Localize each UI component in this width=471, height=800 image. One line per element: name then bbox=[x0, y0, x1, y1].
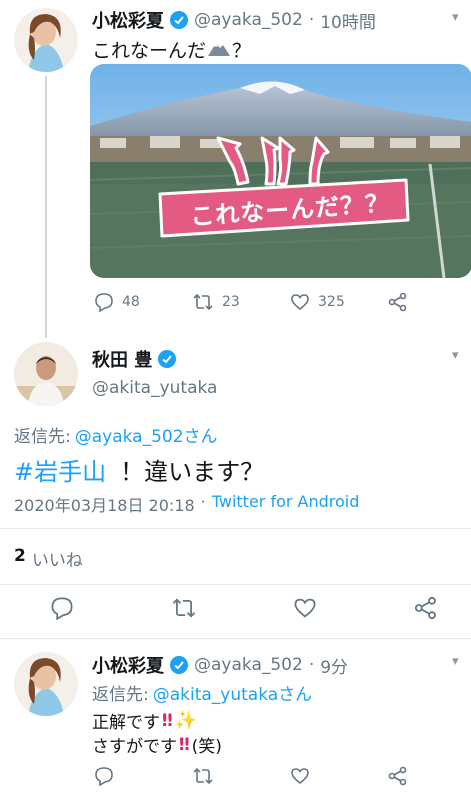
display-name[interactable]: 小松彩夏 bbox=[92, 7, 164, 33]
reply-icon bbox=[51, 597, 73, 620]
reply-to-line: 返信先: @ayaka_502さん bbox=[14, 422, 218, 447]
likes-count: 2 bbox=[14, 546, 26, 566]
tweet-text-suffix: ？ bbox=[232, 40, 252, 62]
double-exclamation-icon: ‼ bbox=[162, 710, 173, 731]
retweet-icon bbox=[172, 598, 196, 618]
hashtag-link[interactable]: #岩手山 bbox=[14, 452, 106, 487]
share-icon bbox=[414, 596, 436, 620]
handle[interactable]: @ayaka_502 bbox=[194, 655, 303, 675]
tweet-image[interactable]: これなーんだ？？ bbox=[90, 64, 471, 278]
separator-dot: · bbox=[308, 10, 315, 30]
reply-button[interactable] bbox=[94, 766, 114, 786]
tweet-text-line1: 正解です bbox=[92, 713, 160, 733]
likes-summary[interactable]: 2 いいね bbox=[14, 546, 83, 571]
reply-button[interactable] bbox=[50, 596, 74, 620]
reply-to-link[interactable]: @akita_yutakaさん bbox=[153, 680, 312, 705]
sparkles-icon: ✨ bbox=[174, 710, 198, 731]
mountain-emoji-icon bbox=[208, 39, 231, 61]
chevron-down-icon[interactable]: ▾ bbox=[452, 10, 459, 25]
separator-dot: · bbox=[308, 655, 315, 675]
share-button[interactable] bbox=[414, 596, 438, 620]
tweet3-line2: さすがです ‼ (笑) bbox=[92, 732, 222, 758]
reply-to-link[interactable]: @ayaka_502さん bbox=[75, 422, 218, 447]
heart-icon bbox=[290, 292, 310, 312]
divider bbox=[0, 638, 471, 639]
reply-icon bbox=[95, 767, 113, 786]
like-button[interactable] bbox=[293, 596, 317, 620]
timestamp[interactable]: 9分 bbox=[320, 653, 348, 678]
display-name[interactable]: 小松彩夏 bbox=[92, 652, 164, 678]
share-icon bbox=[388, 292, 408, 312]
reply-to-label: 返信先: bbox=[92, 685, 149, 705]
like-button[interactable] bbox=[290, 766, 310, 786]
verified-badge-icon bbox=[170, 656, 188, 674]
chevron-down-icon[interactable]: ▾ bbox=[452, 348, 459, 363]
avatar-ayaka[interactable] bbox=[14, 8, 78, 72]
tweet3-line1: 正解です ‼ ✨ bbox=[92, 708, 197, 733]
share-button[interactable] bbox=[388, 766, 408, 786]
chevron-down-icon[interactable]: ▾ bbox=[452, 654, 459, 669]
like-count: 325 bbox=[318, 294, 345, 310]
retweet-button[interactable]: 23 bbox=[192, 292, 240, 312]
tweet1-text: これなーんだ ？ bbox=[92, 36, 251, 63]
tweet-text: ！違います？ bbox=[120, 458, 265, 486]
tweet-text-line2-suffix: (笑) bbox=[191, 737, 222, 757]
thread-line bbox=[45, 76, 47, 338]
tweet-meta: 2020年03月18日 20:18 · Twitter for Android bbox=[14, 492, 359, 516]
main-tweet-text: #岩手山 ！違います？ bbox=[14, 452, 264, 487]
tweet3-header: 小松彩夏 @ayaka_502 · 9分 bbox=[92, 652, 348, 678]
timestamp[interactable]: 10時間 bbox=[320, 8, 376, 33]
share-icon bbox=[388, 766, 407, 786]
retweet-icon bbox=[193, 767, 213, 785]
divider bbox=[0, 528, 471, 529]
tweet1-header: 小松彩夏 @ayaka_502 · 10時間 bbox=[92, 7, 462, 33]
display-name[interactable]: 秋田 豊 bbox=[92, 346, 152, 372]
separator-dot: · bbox=[200, 492, 206, 511]
heart-icon bbox=[294, 598, 316, 618]
handle[interactable]: @ayaka_502 bbox=[194, 10, 303, 30]
share-button[interactable] bbox=[388, 292, 408, 312]
avatar-akita[interactable] bbox=[14, 342, 78, 406]
client-link[interactable]: Twitter for Android bbox=[212, 492, 360, 516]
handle[interactable]: @akita_yutaka bbox=[92, 378, 217, 398]
tweet-datetime[interactable]: 2020年03月18日 20:18 bbox=[14, 492, 195, 516]
likes-label: いいね bbox=[31, 551, 83, 571]
main-header: 秋田 豊 bbox=[92, 346, 177, 372]
retweet-count: 23 bbox=[222, 294, 240, 310]
reply-to-label: 返信先: bbox=[14, 427, 71, 447]
retweet-icon bbox=[192, 292, 214, 312]
tweet-text-line2: さすがです bbox=[92, 737, 177, 757]
divider bbox=[0, 584, 471, 585]
retweet-button[interactable] bbox=[171, 596, 197, 620]
double-exclamation-icon: ‼ bbox=[179, 734, 190, 755]
retweet-button[interactable] bbox=[192, 766, 214, 786]
reply-button[interactable]: 48 bbox=[94, 292, 140, 312]
tweet-text: これなーんだ bbox=[92, 40, 207, 62]
verified-badge-icon bbox=[170, 11, 188, 29]
avatar-ayaka[interactable] bbox=[14, 652, 78, 716]
heart-icon bbox=[291, 768, 309, 785]
reply-count: 48 bbox=[122, 294, 140, 310]
like-button[interactable]: 325 bbox=[290, 292, 345, 312]
reply-icon bbox=[94, 292, 114, 312]
reply-to-line: 返信先: @akita_yutakaさん bbox=[92, 680, 312, 705]
verified-badge-icon bbox=[158, 350, 177, 368]
